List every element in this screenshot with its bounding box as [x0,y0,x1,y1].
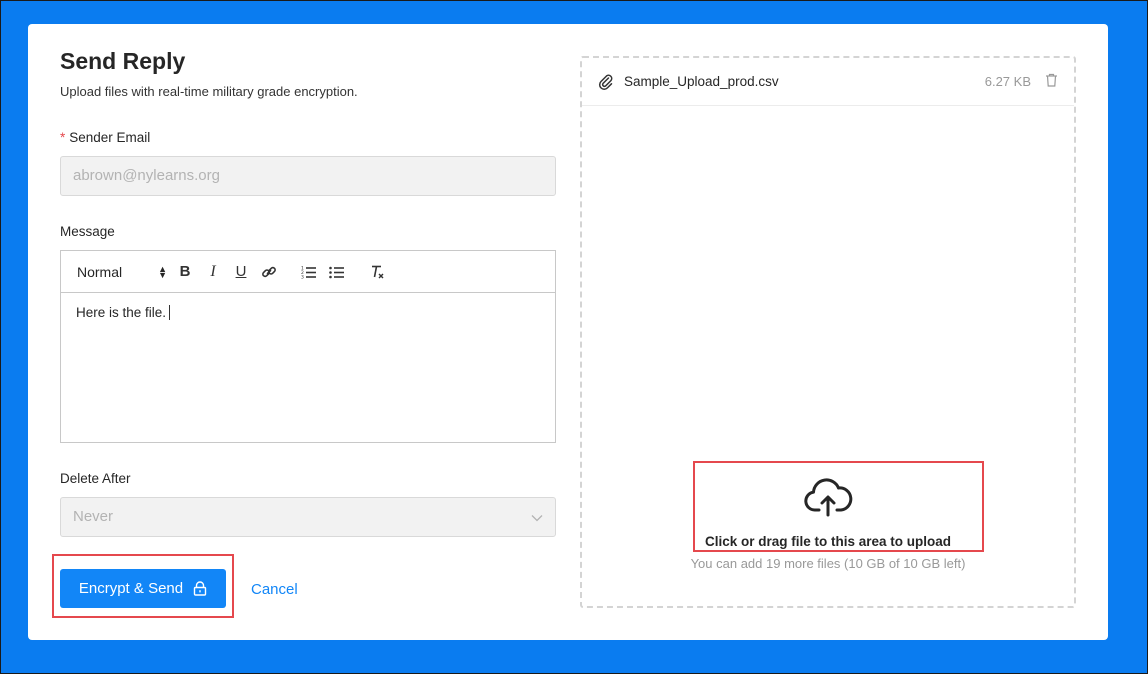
sender-email-label-text: Sender Email [69,130,151,145]
underline-button[interactable]: U [227,261,255,283]
delete-file-button[interactable] [1045,73,1058,90]
delete-after-value: Never [73,508,114,525]
link-button[interactable] [255,261,283,283]
upload-highlight-box [693,461,984,552]
link-icon [262,266,276,277]
submit-highlight-box [52,554,234,618]
send-reply-card: Send Reply Upload files with real-time m… [28,24,1108,640]
delete-after-label: Delete After [60,471,131,486]
page-title: Send Reply [60,48,186,74]
italic-button[interactable]: I [199,261,227,283]
paperclip-icon [598,74,613,90]
editor-toolbar: Normal ▲ ▼ B I U 1 2 3 [61,251,555,293]
file-name: Sample_Upload_prod.csv [624,74,779,89]
message-text: Here is the file. [76,305,167,320]
bold-button[interactable]: B [171,261,199,283]
clear-format-button[interactable] [363,261,391,283]
ordered-list-icon: 1 2 3 [301,265,316,279]
text-caret [169,305,171,320]
required-mark: * [60,130,66,145]
chevron-down-icon [531,509,543,527]
file-size: 6.27 KB [984,74,1031,89]
select-arrows-icon: ▲ ▼ [158,263,167,280]
bullet-list-icon [329,266,344,278]
ordered-list-button[interactable]: 1 2 3 [295,261,323,283]
file-list-item: Sample_Upload_prod.csv 6.27 KB [582,58,1074,106]
bullet-list-button[interactable] [323,261,351,283]
trash-icon [1046,73,1057,87]
dropzone-hint: You can add 19 more files (10 GB of 10 G… [690,556,966,571]
cancel-button[interactable]: Cancel [251,581,298,598]
clear-format-icon [372,265,384,278]
message-textarea[interactable]: Here is the file. [61,293,555,332]
message-editor: Normal ▲ ▼ B I U 1 2 3 Here is the file. [60,250,556,443]
sender-email-field[interactable]: abrown@nylearns.org [60,156,556,196]
svg-text:3: 3 [301,274,304,279]
format-select[interactable]: Normal ▲ ▼ [77,264,171,280]
delete-after-select[interactable]: Never [60,497,556,537]
sender-email-value: abrown@nylearns.org [73,167,220,184]
format-select-value: Normal [77,263,123,280]
message-label: Message [60,224,115,239]
page-subtitle: Upload files with real-time military gra… [60,84,358,99]
sender-email-label: * Sender Email [60,130,150,145]
